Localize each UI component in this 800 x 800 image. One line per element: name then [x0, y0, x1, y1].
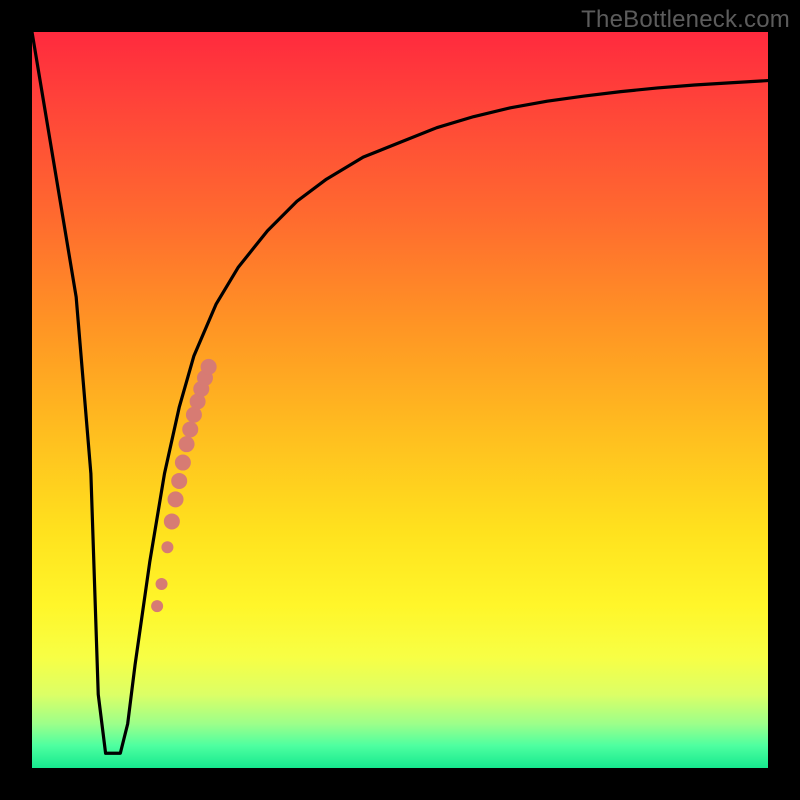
highlight-dot — [151, 600, 163, 612]
watermark-text: TheBottleneck.com — [581, 6, 790, 34]
highlight-dot — [156, 578, 168, 590]
highlight-dot — [161, 541, 173, 553]
highlight-dot — [179, 436, 195, 452]
highlight-dot — [171, 473, 187, 489]
bottleneck-curve — [32, 32, 768, 753]
chart-frame: TheBottleneck.com — [0, 0, 800, 800]
highlight-dot — [175, 455, 191, 471]
highlight-dot — [182, 421, 198, 437]
curve-group — [32, 32, 768, 753]
chart-svg — [32, 32, 768, 768]
plot-area — [32, 32, 768, 768]
highlight-dot — [168, 491, 184, 507]
highlight-dot — [164, 513, 180, 529]
highlight-dot — [201, 359, 217, 375]
